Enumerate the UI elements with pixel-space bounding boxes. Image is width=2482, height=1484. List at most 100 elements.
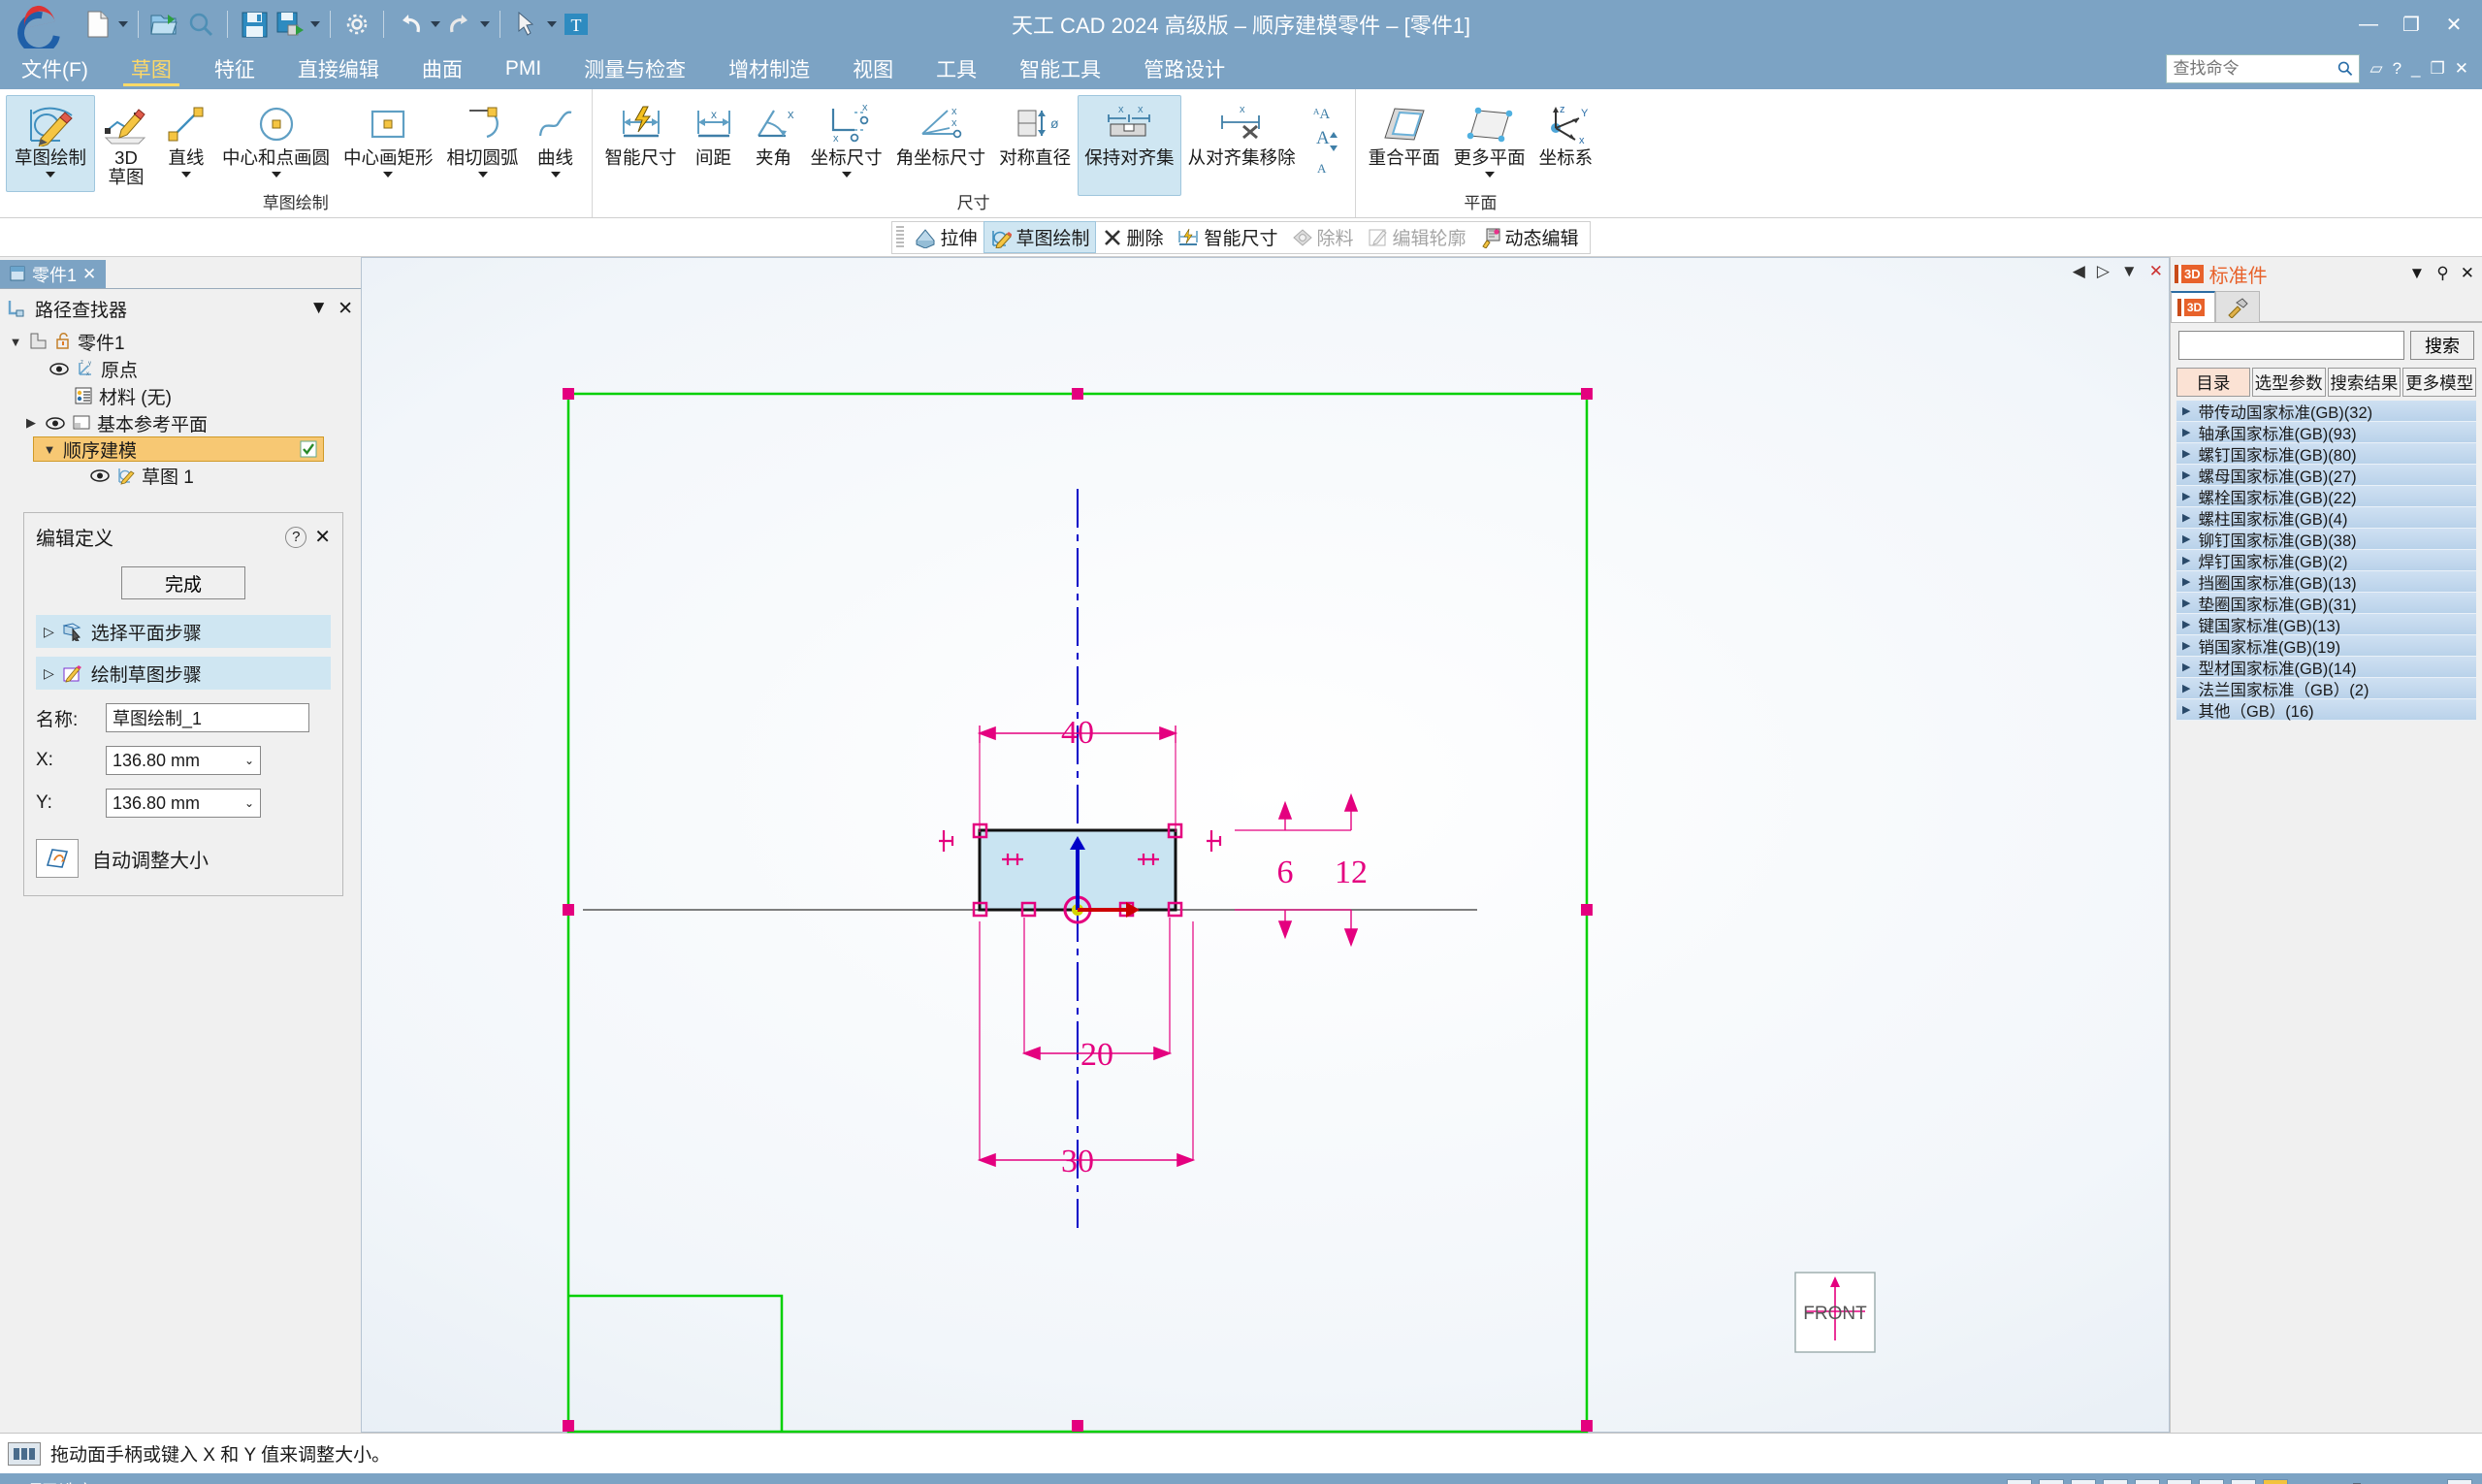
- new-file-dropdown[interactable]: [118, 21, 128, 27]
- sketch-drawing[interactable]: 40 12 6 20 30 FRONT: [362, 258, 2161, 1434]
- menu-item-piping[interactable]: 管路设计: [1122, 48, 1246, 89]
- search-input[interactable]: [2173, 59, 2338, 79]
- ribbon-sketch-3d-button[interactable]: 3D 草图: [95, 95, 157, 188]
- ribbon-smart-dimension-button[interactable]: 智能尺寸: [598, 95, 684, 169]
- chevron-right-icon[interactable]: ▶: [2182, 703, 2190, 716]
- save-as-icon[interactable]: [274, 8, 306, 41]
- open-file-icon[interactable]: [148, 8, 181, 41]
- dimension-annotations[interactable]: [977, 726, 1359, 1168]
- dimension-values[interactable]: 40 12 6 20 30: [1061, 715, 1368, 1179]
- ribbon-curve-button[interactable]: 曲线: [526, 95, 586, 178]
- tab-tools[interactable]: [2215, 291, 2260, 322]
- menu-item-additive[interactable]: 增材制造: [707, 48, 831, 89]
- close-icon[interactable]: ✕: [314, 525, 331, 549]
- x-input[interactable]: 136.80 mm ⌄: [106, 746, 261, 775]
- document-tab-part1[interactable]: 零件1 ✕: [0, 260, 107, 288]
- chevron-right-icon[interactable]: ▶: [2182, 511, 2190, 524]
- cat-more-models[interactable]: 更多模型: [2402, 368, 2476, 397]
- list-item[interactable]: ▶ 螺母国家标准(GB)(27): [2176, 465, 2476, 486]
- chevron-right-icon[interactable]: ▶: [2182, 575, 2190, 588]
- step-select-plane[interactable]: ▷ 选择平面步骤: [36, 615, 331, 648]
- menu-item-measure[interactable]: 测量与检查: [563, 48, 707, 89]
- chevron-right-icon[interactable]: ▶: [2182, 682, 2190, 694]
- list-item[interactable]: ▶ 其他（GB）(16): [2176, 699, 2476, 721]
- nav-close-icon[interactable]: ✕: [2149, 262, 2163, 281]
- chevron-right-icon[interactable]: ▶: [2182, 618, 2190, 630]
- parts-search-input[interactable]: [2178, 331, 2404, 360]
- chevron-right-icon[interactable]: ▶: [2182, 639, 2190, 652]
- list-item[interactable]: ▶ 挡圈国家标准(GB)(13): [2176, 571, 2476, 593]
- doc-minimize-button[interactable]: _: [2411, 59, 2420, 79]
- list-item[interactable]: ▶ 螺钉国家标准(GB)(80): [2176, 443, 2476, 465]
- tree-item-origin[interactable]: zyx 原点: [4, 355, 361, 382]
- chevron-down-icon[interactable]: [46, 171, 55, 177]
- chevron-down-icon[interactable]: ⌄: [244, 796, 254, 810]
- ribbon-maintain-alignment-button[interactable]: xx 保持对齐集: [1078, 95, 1181, 196]
- tab-standard-parts[interactable]: 3D: [2171, 291, 2215, 322]
- graphics-canvas[interactable]: ◀ ▷ ▼ ✕ 40 12 6 20 30 FRONT: [361, 257, 2170, 1434]
- redo-dropdown[interactable]: [480, 21, 490, 27]
- list-item[interactable]: ▶ 型材国家标准(GB)(14): [2176, 657, 2476, 678]
- view-cube[interactable]: FRONT: [1794, 1272, 1876, 1353]
- tree-item-ref-planes[interactable]: ▶ 基本参考平面: [4, 409, 361, 436]
- ordered-modeling-check-icon[interactable]: [300, 440, 317, 458]
- chevron-down-icon[interactable]: ⌄: [244, 754, 254, 767]
- chevron-down-icon[interactable]: ▼: [42, 442, 57, 457]
- nav-next-icon[interactable]: ▷: [2097, 262, 2110, 281]
- deselect-icon[interactable]: ▦: [2103, 1479, 2128, 1484]
- menu-item-tools[interactable]: 工具: [915, 48, 998, 89]
- maximize-button[interactable]: ❐: [2391, 5, 2432, 44]
- minimize-button[interactable]: —: [2348, 5, 2389, 44]
- tree-item-sketch1[interactable]: 草图 1: [4, 462, 361, 489]
- menu-item-smart-tools[interactable]: 智能工具: [998, 48, 1122, 89]
- chevron-down-icon[interactable]: [550, 171, 561, 177]
- chevron-right-icon[interactable]: ▶: [2182, 532, 2190, 545]
- menu-item-sketch[interactable]: 草图: [110, 48, 193, 89]
- chevron-right-icon[interactable]: ▶: [2182, 597, 2190, 609]
- list-item[interactable]: ▶ 轴承国家标准(GB)(93): [2176, 422, 2476, 443]
- locate-icon[interactable]: ◎: [2231, 1479, 2256, 1484]
- redo-icon[interactable]: [443, 8, 476, 41]
- ribbon-tangent-arc-button[interactable]: 相切圆弧: [440, 95, 526, 178]
- close-button[interactable]: ✕: [2434, 5, 2474, 44]
- cmd-delete-button[interactable]: 删除: [1096, 221, 1170, 253]
- help-icon[interactable]: ?: [2393, 59, 2401, 79]
- command-search-box[interactable]: [2166, 54, 2361, 83]
- nav-prev-icon[interactable]: ◀: [2073, 262, 2085, 281]
- ribbon-rectangle-center-button[interactable]: 中心画矩形: [337, 95, 440, 178]
- tree-item-part1[interactable]: ▼ 零件1: [4, 328, 361, 355]
- unlock-icon[interactable]: [54, 333, 72, 350]
- y-input[interactable]: 136.80 mm ⌄: [106, 789, 261, 818]
- tree-item-material[interactable]: 材料 (无): [4, 382, 361, 409]
- cmd-dynamic-edit-button[interactable]: 动态编辑: [1473, 221, 1586, 253]
- parts-search-button[interactable]: 搜索: [2410, 331, 2474, 360]
- doc-close-button[interactable]: ✕: [2455, 59, 2468, 79]
- measure-icon[interactable]: ▲: [2263, 1479, 2288, 1484]
- cmd-smart-dimension-button[interactable]: 智能尺寸: [1170, 221, 1284, 253]
- nav-menu-icon[interactable]: ▼: [2121, 262, 2138, 281]
- cat-catalog[interactable]: 目录: [2176, 368, 2250, 397]
- doc-restore-button[interactable]: ❐: [2431, 59, 2445, 79]
- list-item[interactable]: ▶ 螺栓国家标准(GB)(22): [2176, 486, 2476, 507]
- select-tool-icon[interactable]: [510, 8, 543, 41]
- ribbon-text-size-button[interactable]: ᴬA A A: [1303, 95, 1349, 180]
- list-item[interactable]: ▶ 螺柱国家标准(GB)(4): [2176, 507, 2476, 529]
- fence-icon[interactable]: ◳: [2071, 1479, 2096, 1484]
- chevron-right-icon[interactable]: ▶: [2182, 404, 2190, 417]
- visibility-eye-icon[interactable]: [89, 468, 111, 482]
- panel-menu-icon[interactable]: ▼: [2408, 264, 2425, 283]
- list-item[interactable]: ▶ 垫圈国家标准(GB)(31): [2176, 593, 2476, 614]
- snap-icon[interactable]: ▥: [2167, 1479, 2192, 1484]
- chevron-down-icon[interactable]: [477, 171, 488, 177]
- undo-icon[interactable]: [394, 8, 427, 41]
- chevron-right-icon[interactable]: ▶: [2182, 661, 2190, 673]
- menu-item-view[interactable]: 视图: [831, 48, 915, 89]
- document-tab-close-icon[interactable]: ✕: [82, 265, 96, 284]
- help-icon[interactable]: ?: [285, 526, 307, 548]
- cat-selection-params[interactable]: 选型参数: [2251, 368, 2326, 397]
- chevron-right-icon[interactable]: ▶: [2182, 447, 2190, 460]
- auto-fit-button[interactable]: [36, 839, 79, 878]
- tree-item-ordered-modeling[interactable]: ▼ 顺序建模: [33, 436, 324, 462]
- ribbon-more-planes-button[interactable]: 更多平面: [1447, 95, 1532, 178]
- list-item[interactable]: ▶ 销国家标准(GB)(19): [2176, 635, 2476, 657]
